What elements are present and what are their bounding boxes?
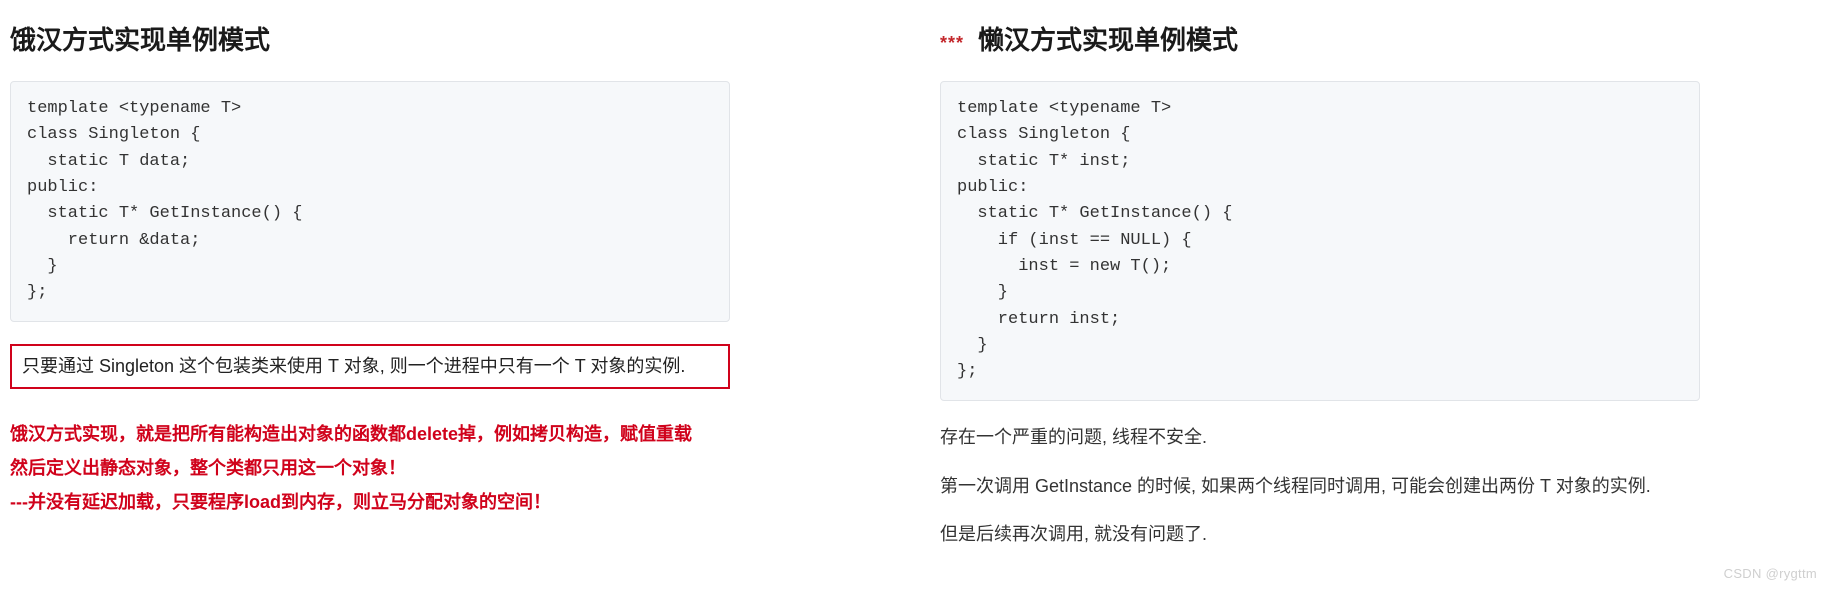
content-container: 饿汉方式实现单例模式 template <typename T> class S… (0, 0, 1831, 589)
red-paragraph: 然后定义出静态对象，整个类都只用这一个对象！ (10, 451, 730, 485)
right-title-row: *** 懒汉方式实现单例模式 (940, 20, 1700, 81)
left-red-paragraphs: 饿汉方式实现，就是把所有能构造出对象的函数都delete掉，例如拷贝构造，赋值重… (10, 417, 730, 520)
stars-marker: *** (940, 33, 964, 54)
watermark: CSDN @rygttm (1724, 566, 1817, 581)
left-title: 饿汉方式实现单例模式 (10, 20, 730, 57)
red-paragraph: ---并没有延迟加载，只要程序load到内存，则立马分配对象的空间！ (10, 485, 730, 519)
right-code-block: template <typename T> class Singleton { … (940, 81, 1700, 401)
paragraph: 第一次调用 GetInstance 的时候, 如果两个线程同时调用, 可能会创建… (940, 472, 1700, 501)
paragraph: 存在一个严重的问题, 线程不安全. (940, 423, 1700, 452)
right-title: 懒汉方式实现单例模式 (978, 20, 1238, 57)
right-paragraphs: 存在一个严重的问题, 线程不安全. 第一次调用 GetInstance 的时候,… (940, 423, 1700, 549)
left-column: 饿汉方式实现单例模式 template <typename T> class S… (10, 20, 730, 569)
red-paragraph: 饿汉方式实现，就是把所有能构造出对象的函数都delete掉，例如拷贝构造，赋值重… (10, 417, 730, 451)
left-boxed-note: 只要通过 Singleton 这个包装类来使用 T 对象, 则一个进程中只有一个… (10, 344, 730, 389)
left-code-block: template <typename T> class Singleton { … (10, 81, 730, 322)
paragraph: 但是后续再次调用, 就没有问题了. (940, 520, 1700, 549)
right-column: *** 懒汉方式实现单例模式 template <typename T> cla… (940, 20, 1700, 569)
